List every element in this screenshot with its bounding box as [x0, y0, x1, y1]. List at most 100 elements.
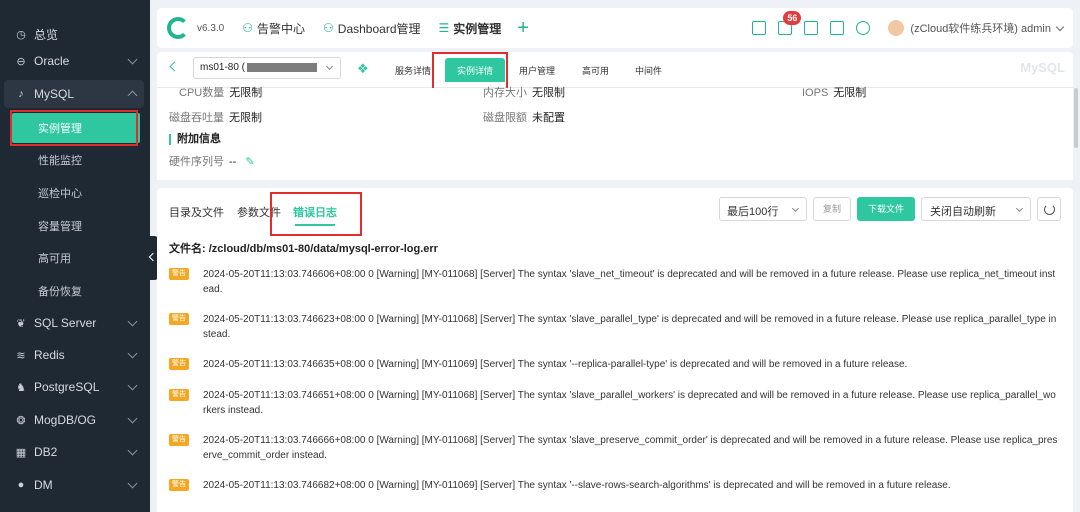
lines-select[interactable]: 最后100行	[719, 197, 807, 221]
postgresql-icon: ♞	[16, 381, 26, 394]
disk-quota-field: 磁盘限额 未配置	[483, 109, 565, 125]
sidebar-sub-ha[interactable]: 高可用	[0, 242, 150, 274]
nav-label: 实例管理	[453, 21, 502, 36]
sidebar-item-mysql[interactable]: ♪ MySQL	[0, 78, 150, 110]
chevron-left-icon	[148, 252, 158, 262]
field-value: 无限制	[229, 87, 263, 99]
warning-badge: 警告	[169, 313, 189, 325]
oracle-icon: ⊖	[16, 55, 26, 68]
sidebar-item-postgresql[interactable]: ♞ PostgreSQL	[0, 371, 150, 403]
file-name-label: 文件名:	[169, 243, 206, 255]
sidebar-item-redis[interactable]: ≋ Redis	[0, 339, 150, 371]
tab-middleware[interactable]: 中间件	[635, 64, 662, 77]
scrollbar[interactable]	[1074, 88, 1078, 148]
warning-badge: 警告	[169, 268, 189, 280]
sidebar-item-label: MogDB/OG	[34, 413, 97, 427]
sidebar-item-mogdb[interactable]: ❂ MogDB/OG	[0, 404, 150, 436]
sidebar-sub-performance[interactable]: 性能监控	[0, 144, 150, 176]
sidebar-sub-inspection[interactable]: 巡检中心	[0, 177, 150, 209]
settings-icon[interactable]	[856, 21, 871, 35]
instance-select-value: ms01-80 (	[200, 62, 246, 73]
warning-badge: 警告	[169, 358, 189, 370]
tab-high-availability[interactable]: 高可用	[582, 64, 609, 77]
warning-badge: 警告	[169, 479, 189, 491]
mysql-icon: ♪	[18, 88, 24, 100]
reload-button[interactable]	[1037, 197, 1061, 221]
chevron-down-icon	[127, 478, 138, 489]
sidebar-sub-label: 高可用	[38, 253, 71, 265]
field-label: 磁盘吞吐量	[169, 112, 224, 124]
nav-label: 告警中心	[257, 21, 306, 36]
field-label: 硬件序列号	[169, 156, 224, 168]
chevron-down-icon	[127, 380, 138, 391]
notification-badge: 56	[783, 11, 802, 25]
download-file-button[interactable]: 下载文件	[857, 197, 915, 221]
clipboard-icon[interactable]	[804, 21, 819, 35]
monitor-icon[interactable]	[830, 21, 845, 35]
user-name[interactable]: (zCloud软件练兵环境) admin	[910, 20, 1051, 36]
tab-user-management[interactable]: 用户管理	[519, 64, 555, 77]
mysql-watermark: MySQL	[1020, 60, 1065, 75]
chevron-down-icon	[127, 445, 138, 456]
logo-icon	[167, 17, 189, 39]
sidebar-item-dm[interactable]: ● DM	[0, 469, 150, 501]
sidebar-sub-label: 备份恢复	[38, 286, 82, 298]
back-icon[interactable]	[169, 61, 180, 72]
chevron-down-icon	[127, 54, 138, 65]
document-icon[interactable]	[752, 21, 767, 35]
file-name: 文件名: /zcloud/db/ms01-80/data/mysql-error…	[169, 240, 438, 256]
dm-icon: ●	[17, 479, 25, 491]
tab-service-details[interactable]: 服务详情	[395, 64, 431, 77]
instance-select[interactable]: ms01-80 (	[193, 57, 341, 79]
disk-throughput-field: 磁盘吞吐量 无限制	[169, 109, 262, 125]
auto-refresh-select[interactable]: 关闭自动刷新	[921, 197, 1031, 221]
log-entry: 警告 2024-05-20T11:13:03.746635+08:00 0 [W…	[169, 357, 1059, 372]
refresh-icon	[1044, 204, 1055, 215]
chevron-down-icon	[127, 316, 138, 327]
header-tools: 56 (zCloud软件练兵环境) admin	[740, 8, 1065, 48]
copy-button[interactable]: 复制	[813, 197, 851, 221]
field-value: --	[229, 156, 237, 168]
mogdb-icon: ❂	[16, 414, 26, 427]
sidebar-item-sqlserver[interactable]: ❦ SQL Server	[0, 307, 150, 339]
avatar[interactable]	[888, 20, 905, 36]
sidebar-sub-capacity[interactable]: 容量管理	[0, 210, 150, 242]
sidebar-sub-label: 容量管理	[38, 221, 82, 233]
warning-badge: 警告	[169, 434, 189, 446]
field-value: 无限制	[532, 87, 565, 99]
field-label: 磁盘限额	[483, 112, 527, 124]
highlight-box	[270, 192, 362, 236]
log-entry: 警告 2024-05-20T11:13:03.746682+08:00 0 [W…	[169, 478, 1059, 493]
list-icon: ☰	[438, 21, 450, 35]
cluster-icon[interactable]: ❖	[357, 61, 369, 77]
sidebar-item-oracle[interactable]: ⊖ Oracle	[0, 45, 150, 77]
dashboard-icon: ◷	[16, 28, 26, 41]
sidebar-item-label: DB2	[34, 445, 58, 459]
add-tab-button[interactable]: +	[517, 18, 529, 38]
chevron-down-icon[interactable]	[1055, 22, 1065, 31]
nav-alert-center[interactable]: ⚇ 告警中心	[242, 20, 305, 37]
edit-icon[interactable]: ✎	[245, 155, 254, 168]
nav-instance-management[interactable]: ☰ 实例管理	[439, 20, 502, 37]
field-value: 未配置	[532, 112, 565, 124]
memory-field: 内存大小 无限制	[483, 84, 565, 100]
notification-icon[interactable]: 56	[778, 11, 802, 35]
log-entry: 警告 2024-05-20T11:13:03.746606+08:00 0 [W…	[169, 267, 1059, 297]
file-name-value: /zcloud/db/ms01-80/data/mysql-error-log.…	[208, 243, 438, 255]
tab-directory-files[interactable]: 目录及文件	[169, 204, 224, 220]
alert-icon: ⚇	[242, 21, 254, 35]
dashboard-manage-icon: ⚇	[323, 21, 334, 35]
log-panel: 目录及文件 参数文件 错误日志 最后100行 复制 下载文件 关闭自动刷新 文件…	[157, 188, 1073, 512]
sidebar-item-db2[interactable]: ▦ DB2	[0, 436, 150, 468]
nav-dashboard-management[interactable]: ⚇ Dashboard管理	[323, 20, 420, 37]
log-text: 2024-05-20T11:13:03.746635+08:00 0 [Warn…	[203, 359, 908, 370]
log-entry: 警告 2024-05-20T11:13:03.746651+08:00 0 [W…	[169, 388, 1059, 418]
warning-badge: 警告	[169, 389, 189, 401]
sidebar-sub-backup[interactable]: 备份恢复	[0, 275, 150, 307]
serial-field: 硬件序列号 -- ✎	[169, 153, 255, 169]
log-text: 2024-05-20T11:13:03.746606+08:00 0 [Warn…	[203, 269, 1056, 295]
iops-field: IOPS 无限制	[802, 84, 866, 100]
highlight-box	[10, 110, 138, 146]
section-title: 附加信息	[169, 134, 221, 145]
sidebar-sub-label: 巡检中心	[38, 188, 82, 200]
